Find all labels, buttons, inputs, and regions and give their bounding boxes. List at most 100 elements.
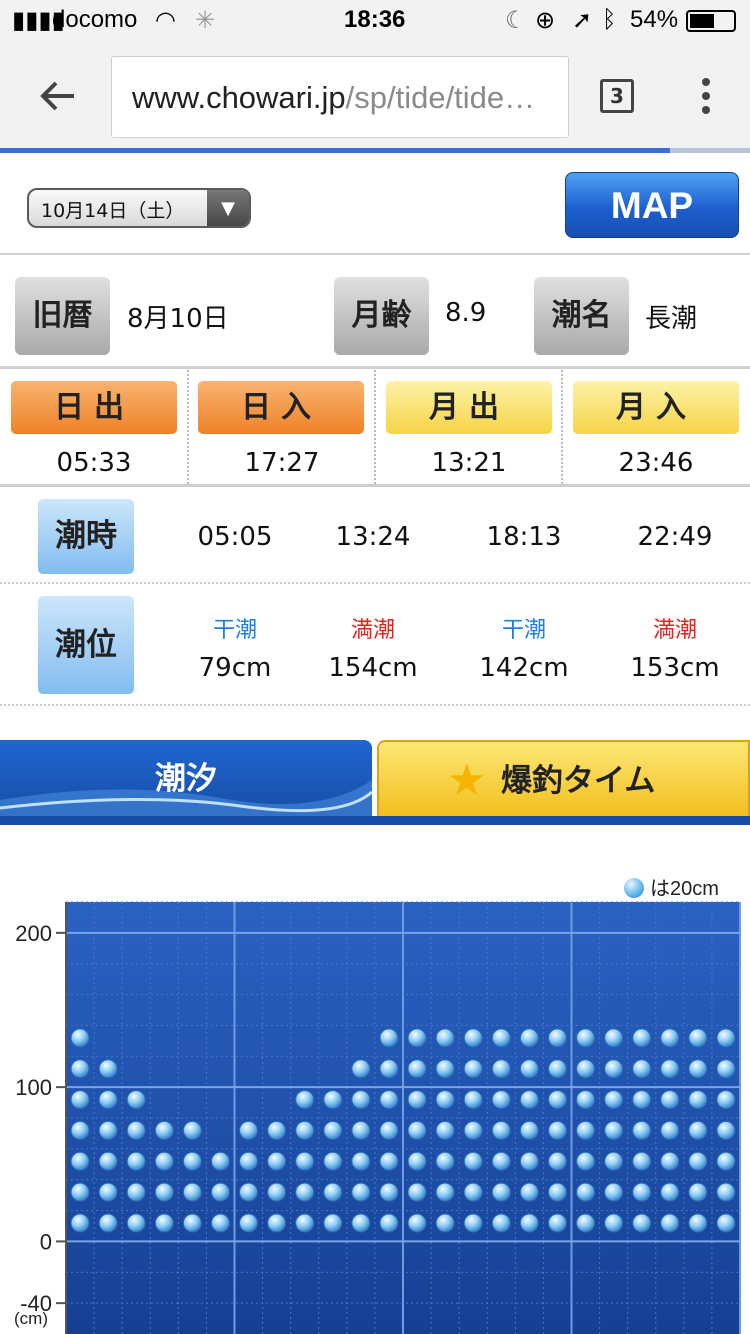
tide-ball <box>519 1182 539 1202</box>
url-field[interactable]: www.chowari.jp/sp/tide/tide… <box>111 56 569 138</box>
tide-ball <box>239 1182 259 1202</box>
chevron-down-icon: ▼ <box>207 190 249 226</box>
status-bar: ▮▮▮▮ docomo ◠ ✳ 18:36 ☾ ⊕ ➚ ᛒ 54% <box>0 0 750 42</box>
tide-time: 05:05 <box>197 522 273 552</box>
tide-ball <box>519 1090 539 1110</box>
tide-ball <box>547 1059 567 1079</box>
tide-ball <box>70 1151 90 1171</box>
divider <box>374 370 376 484</box>
tide-ball <box>70 1028 90 1048</box>
tide-ball <box>632 1028 652 1048</box>
tide-ball <box>716 1213 736 1233</box>
high-tide-label: 満潮 <box>350 618 395 643</box>
divider <box>0 253 750 255</box>
tide-ball <box>70 1213 90 1233</box>
tide-ball <box>98 1059 118 1079</box>
tide-ball <box>688 1059 708 1079</box>
tide-ball <box>239 1151 259 1171</box>
tab-tide[interactable]: 潮汐 <box>0 740 372 818</box>
tide-ball <box>351 1059 371 1079</box>
tide-ball <box>295 1213 315 1233</box>
tide-ball <box>688 1213 708 1233</box>
tide-ball <box>154 1120 174 1140</box>
tab-bakucho-label: 爆釣タイム <box>501 763 656 799</box>
tide-ball <box>604 1028 624 1048</box>
battery-percent: 54% <box>630 6 679 33</box>
tide-ball <box>435 1120 455 1140</box>
tide-ball <box>267 1182 287 1202</box>
tide-ball <box>660 1120 680 1140</box>
tide-ball <box>154 1182 174 1202</box>
tide-ball <box>379 1213 399 1233</box>
tide-ball <box>660 1151 680 1171</box>
tide-ball <box>463 1059 483 1079</box>
tide-ball <box>716 1151 736 1171</box>
tide-ball <box>491 1213 511 1233</box>
tide-ball <box>491 1151 511 1171</box>
tab-bakucho-time[interactable]: ★ 爆釣タイム <box>377 740 750 818</box>
tide-ball <box>182 1151 202 1171</box>
tide-ball <box>98 1182 118 1202</box>
tide-ball <box>716 1120 736 1140</box>
lunar-calendar-label: 旧暦 <box>15 277 110 355</box>
tide-ball <box>491 1120 511 1140</box>
tide-ball <box>210 1213 230 1233</box>
tide-ball <box>435 1028 455 1048</box>
moon-age-value: 8.9 <box>445 298 487 328</box>
tide-ball <box>632 1120 652 1140</box>
map-button[interactable]: MAP <box>565 172 739 238</box>
tide-ball <box>323 1182 343 1202</box>
tide-ball <box>210 1182 230 1202</box>
url-domain: www.chowari.jp <box>132 80 346 115</box>
tide-ball <box>182 1182 202 1202</box>
tide-ball <box>379 1120 399 1140</box>
tide-ball <box>463 1028 483 1048</box>
back-arrow-icon[interactable] <box>38 78 78 114</box>
tab-underline <box>0 816 750 825</box>
tide-ball <box>660 1182 680 1202</box>
tide-ball <box>239 1120 259 1140</box>
divider <box>0 704 750 706</box>
tide-ball <box>126 1120 146 1140</box>
tide-level: 142cm <box>479 653 569 683</box>
tide-ball <box>98 1213 118 1233</box>
tide-ball <box>182 1120 202 1140</box>
tab-switcher-button[interactable]: 3 <box>600 79 634 113</box>
tide-ball <box>154 1151 174 1171</box>
low-tide-label: 干潮 <box>212 618 257 643</box>
tide-ball <box>295 1151 315 1171</box>
moonrise-label: 月出 <box>386 381 552 434</box>
tide-ball <box>351 1151 371 1171</box>
tide-ball <box>604 1151 624 1171</box>
tide-ball <box>716 1090 736 1110</box>
sunset-label: 日入 <box>198 381 364 434</box>
date-select[interactable]: 10月14日（土） ▼ <box>27 188 251 228</box>
tide-ball <box>688 1151 708 1171</box>
tide-ball <box>379 1182 399 1202</box>
menu-icon[interactable] <box>702 76 710 116</box>
tide-level: 79cm <box>198 653 272 683</box>
tide-ball <box>70 1059 90 1079</box>
tide-ball <box>547 1151 567 1171</box>
y-unit-label: (cm) <box>14 1309 48 1328</box>
tide-ball <box>660 1028 680 1048</box>
tide-ball <box>547 1120 567 1140</box>
tide-ball <box>632 1182 652 1202</box>
y-tick-label: 200 <box>15 921 52 946</box>
carrier-label: docomo <box>52 6 138 33</box>
tide-ball <box>604 1182 624 1202</box>
tide-time: 18:13 <box>486 522 562 552</box>
tide-ball <box>463 1120 483 1140</box>
moon-icon: ☾ <box>505 7 527 34</box>
tide-ball <box>688 1120 708 1140</box>
tide-time: 22:49 <box>637 522 713 552</box>
lock-rotation-icon: ⊕ <box>535 7 556 34</box>
tide-level: 153cm <box>630 653 720 683</box>
low-tide-label: 干潮 <box>501 618 546 643</box>
divider <box>187 370 189 484</box>
tide-ball <box>660 1059 680 1079</box>
tide-ball <box>435 1213 455 1233</box>
tide-ball <box>98 1090 118 1110</box>
divider <box>0 582 750 584</box>
tide-ball <box>70 1090 90 1110</box>
